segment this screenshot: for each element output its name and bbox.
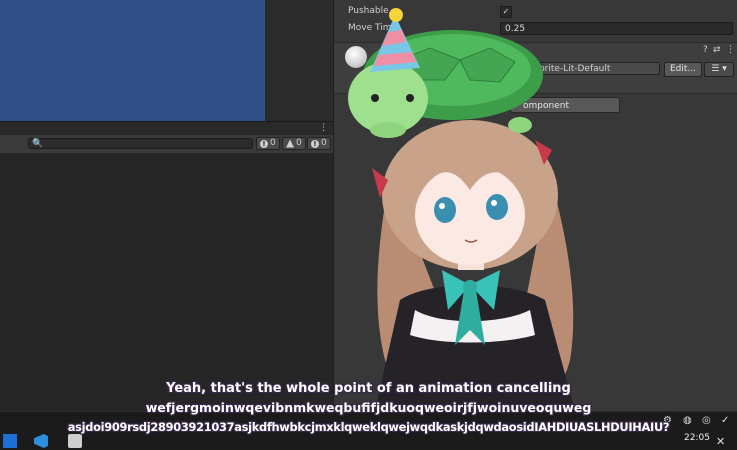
log-count: 0 — [321, 138, 327, 148]
warning-count: 0 — [296, 138, 302, 148]
error-counter-toggle[interactable]: ! 0 — [256, 137, 280, 150]
scene-view[interactable] — [0, 0, 265, 121]
info-icon: ! — [311, 139, 319, 148]
subtitle-line-2: wefjergmoinwqevibnmkweqbufifjdkuoqweoirj… — [145, 400, 592, 415]
console-search-input[interactable]: 🔍 — [28, 138, 253, 149]
subtitle-line-1: Yeah, that's the whole point of an anima… — [166, 381, 571, 396]
start-icon[interactable] — [3, 434, 17, 448]
error-icon: ! — [260, 139, 268, 148]
vtuber-avatar — [348, 8, 575, 411]
warning-counter-toggle[interactable]: 0 — [282, 137, 306, 150]
clock-time: 22:05 — [684, 433, 710, 443]
error-count: 0 — [270, 138, 276, 148]
console-tab-bar — [0, 121, 333, 136]
unity-icon[interactable] — [68, 434, 82, 448]
subtitle-line-3: asjdoi909rsdj28903921037asjkdfhwbkcjmxkl… — [67, 420, 670, 434]
warning-icon — [286, 139, 294, 148]
console-menu-icon[interactable]: ⋮ — [319, 123, 328, 133]
turtle-mascot — [348, 30, 543, 138]
scene-side-panel — [265, 0, 333, 121]
log-counter-toggle[interactable]: ! 0 — [307, 137, 331, 150]
close-icon[interactable]: ✕ — [716, 435, 725, 448]
console-log-area — [0, 153, 333, 411]
